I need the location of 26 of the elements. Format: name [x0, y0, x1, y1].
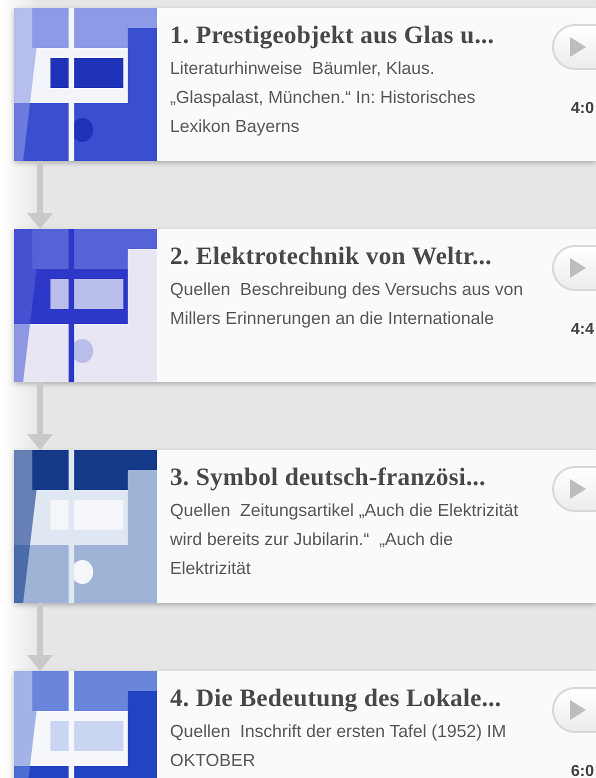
- track-description: Quellen Zeitungsartikel „Auch die Elektrizität wird bereits zur Jubilarin.“ „Auch die Elektrizität: [170, 499, 520, 580]
- duration: 6:0: [570, 763, 595, 778]
- track-title: 3. Symbol deutsch-französi...: [170, 464, 487, 492]
- play-icon: [568, 477, 588, 501]
- duration: 4:0: [570, 100, 595, 118]
- play-icon: [568, 698, 588, 722]
- arrow-connector: [27, 603, 53, 671]
- arrow-connector: [27, 382, 53, 450]
- play-icon: [568, 35, 588, 59]
- duration: 4:4: [570, 321, 595, 339]
- track-title: 2. Elektrotechnik von Weltr...: [170, 243, 493, 271]
- play-button[interactable]: [552, 245, 596, 291]
- track-card[interactable]: 1. Prestigeobjekt aus Glas u... Literaturhinweise Bäumler, Klaus. „Glaspalast, München.“ In: Historisches Lexikon Bayerns 4:0: [14, 8, 596, 161]
- track-description: Literaturhinweise Bäumler, Klaus. „Glaspalast, München.“ In: Historisches Lexikon Bayerns: [170, 57, 476, 138]
- track-card[interactable]: 4. Die Bedeutung des Lokale... Quellen Inschrift der ersten Tafel (1952) IM OKTOBER 6:0: [14, 671, 596, 778]
- track-title: 1. Prestigeobjekt aus Glas u...: [170, 22, 496, 50]
- play-button[interactable]: [552, 466, 596, 512]
- track-card[interactable]: 2. Elektrotechnik von Weltr... Quellen Beschreibung des Versuchs aus von Millers Erinnerungen an die Internationale 4:4: [14, 229, 596, 382]
- track-title: 4. Die Bedeutung des Lokale...: [170, 685, 502, 713]
- track-description: Quellen Inschrift der ersten Tafel (1952) IM OKTOBER: [170, 720, 508, 772]
- play-button[interactable]: [552, 687, 596, 733]
- track-card[interactable]: 3. Symbol deutsch-französi... Quellen Zeitungsartikel „Auch die Elektrizität wird bereits zur Jubilarin.“ „Auch die Elektrizität: [14, 450, 596, 603]
- track-description: Quellen Beschreibung des Versuchs aus von Millers Erinnerungen an die Internationale: [170, 278, 524, 330]
- arrow-connector: [27, 161, 53, 229]
- play-icon: [568, 256, 588, 280]
- play-button[interactable]: [552, 24, 596, 70]
